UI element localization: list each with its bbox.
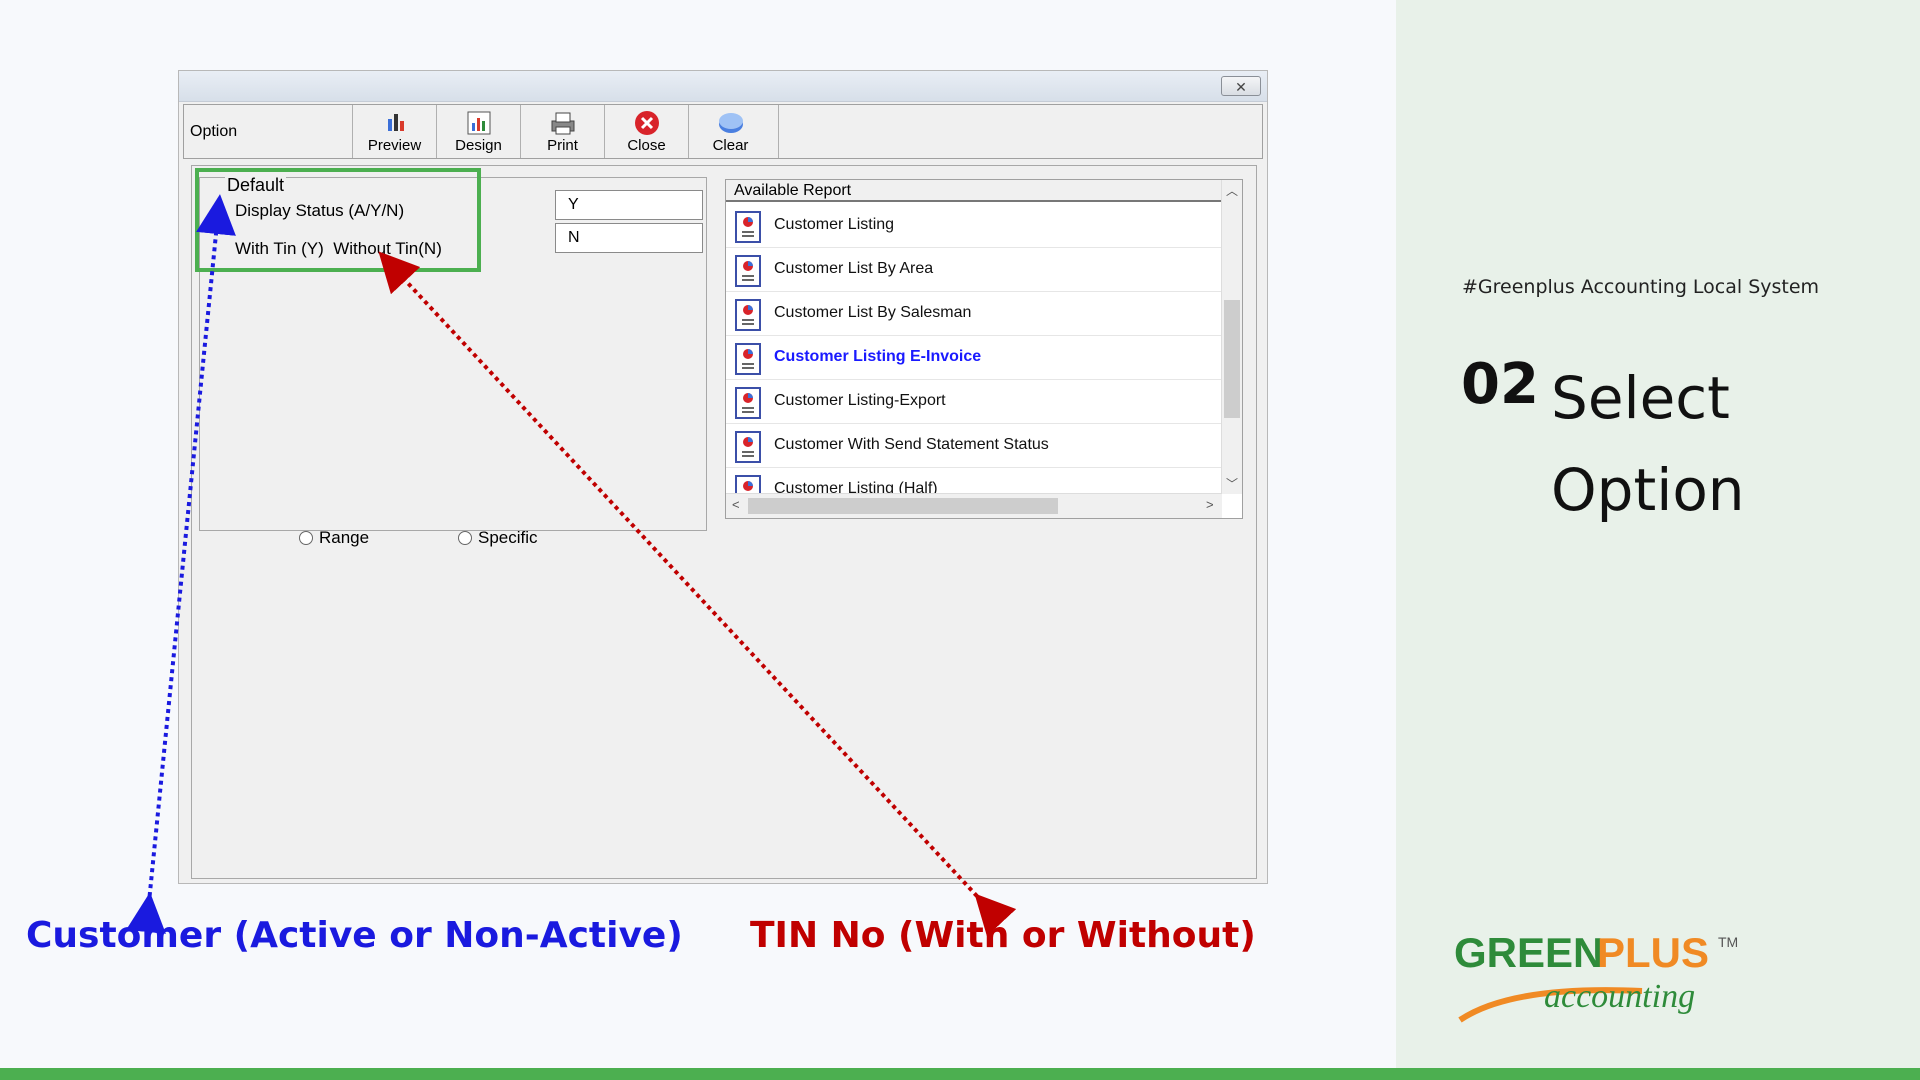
report-icon [735,211,761,243]
display-status-input[interactable]: Y [555,190,703,220]
step-title: Select Option [1551,352,1745,536]
print-button[interactable]: Print [520,105,604,158]
report-item-customer-list-by-salesman[interactable]: Customer List By Salesman [726,292,1222,336]
report-item-label: Customer Listing-Export [774,392,946,409]
range-radio[interactable] [299,531,313,545]
horizontal-scroll-thumb[interactable] [748,498,1058,514]
hashtag-label: #Greenplus Accounting Local System [1462,276,1820,298]
bottom-accent-bar [0,1068,1920,1080]
report-icon [735,255,761,287]
report-icon [735,475,761,494]
window-close-icon[interactable]: ✕ [1221,76,1261,96]
report-item-customer-send-statement[interactable]: Customer With Send Statement Status [726,424,1222,468]
scroll-down-icon[interactable]: ﹀ [1222,475,1242,492]
logo-green-text: GREEN [1454,929,1603,976]
report-icon [735,431,761,463]
report-item-customer-listing-half[interactable]: Customer Listing (Half) [726,468,1222,494]
clear-label: Clear [712,137,749,154]
window-titlebar: ✕ [179,71,1267,102]
logo-tm-text: TM [1718,934,1738,950]
report-item-label: Customer List By Salesman [774,304,972,321]
scroll-left-icon[interactable]: < [732,497,740,512]
specific-radio-label: Specific [478,528,538,547]
available-report-panel: Available Report Customer Listing Custom… [725,179,1243,519]
step-title-line1: Select [1551,364,1730,432]
available-report-header: Available Report [726,180,1222,202]
report-item-label: Customer Listing E-Invoice [774,348,982,365]
report-vertical-scrollbar[interactable]: ︿ ﹀ [1221,180,1242,494]
report-icon [735,343,761,375]
report-horizontal-scrollbar[interactable]: < > [726,493,1222,518]
print-label: Print [547,137,578,154]
vertical-scroll-thumb[interactable] [1224,300,1240,418]
logo-plus-text: PLUS [1597,929,1709,976]
greenplus-logo: GREEN PLUS TM accounting [1454,929,1738,1023]
design-icon [467,111,491,135]
report-item-label: Customer Listing (Half) [774,480,938,494]
specific-radio[interactable] [458,531,472,545]
scroll-up-icon[interactable]: ︿ [1222,182,1242,199]
step-number: 02 [1461,352,1539,417]
preview-button[interactable]: Preview [352,105,436,158]
preview-chart-icon [388,114,404,131]
toolbar-label: Option [190,123,238,140]
design-label: Design [455,137,502,154]
range-radio-label: Range [319,528,370,547]
toolbar-divider [778,105,779,158]
report-item-label: Customer With Send Statement Status [774,436,1049,453]
close-label: Close [627,137,666,154]
callout-tin-no: TIN No (With or Without) [750,915,1256,956]
clear-button[interactable]: Clear [688,105,772,158]
report-item-customer-listing-e-invoice[interactable]: Customer Listing E-Invoice [726,336,1222,380]
option-toolbar: Option Preview Design Print Close Clear [183,104,1263,159]
report-item-customer-listing-export[interactable]: Customer Listing-Export [726,380,1222,424]
report-icon [735,299,761,331]
logo-subtitle-text: accounting [1544,978,1695,1015]
step-title-line2: Option [1551,456,1745,524]
scroll-right-icon[interactable]: > [1206,497,1214,512]
report-item-customer-listing[interactable]: Customer Listing [726,204,1222,248]
report-item-customer-list-by-area[interactable]: Customer List By Area [726,248,1222,292]
preview-label: Preview [367,137,422,154]
highlight-box [195,168,481,272]
report-list: Customer Listing Customer List By Area C… [726,204,1222,494]
report-icon [735,387,761,419]
printer-icon [551,112,575,135]
report-options-window: ✕ Option Preview Design Print Close Clea… [178,70,1268,884]
report-item-label: Customer List By Area [774,260,934,277]
tin-input[interactable]: N [555,223,703,253]
design-button[interactable]: Design [436,105,520,158]
callout-customer-active: Customer (Active or Non-Active) [26,915,683,956]
clear-icon [719,113,743,133]
report-item-label: Customer Listing [774,216,895,233]
close-button[interactable]: Close [604,105,688,158]
close-red-x-icon [635,111,659,135]
